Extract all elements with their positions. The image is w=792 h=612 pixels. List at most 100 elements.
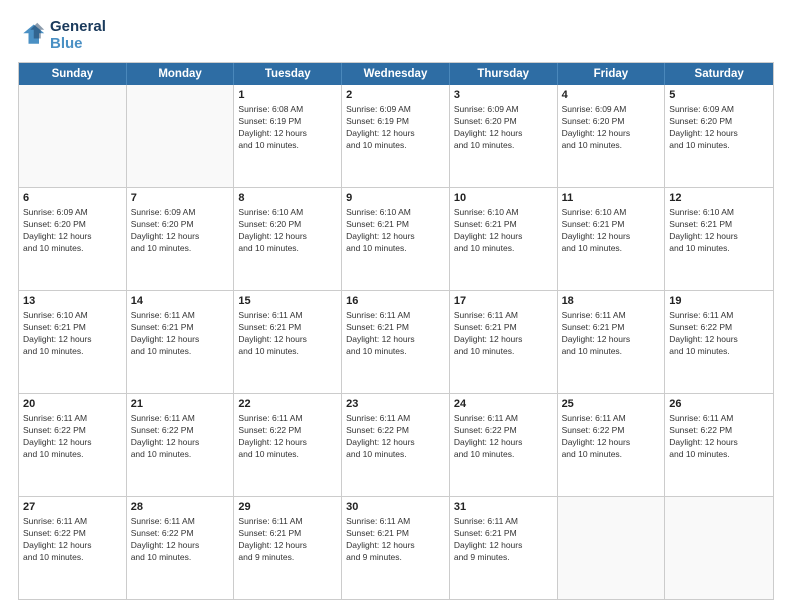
calendar-cell: 31Sunrise: 6:11 AM Sunset: 6:21 PM Dayli… — [450, 497, 558, 599]
calendar-cell: 29Sunrise: 6:11 AM Sunset: 6:21 PM Dayli… — [234, 497, 342, 599]
day-info: Sunrise: 6:08 AM Sunset: 6:19 PM Dayligh… — [238, 104, 337, 152]
calendar-cell: 1Sunrise: 6:08 AM Sunset: 6:19 PM Daylig… — [234, 85, 342, 187]
day-info: Sunrise: 6:11 AM Sunset: 6:21 PM Dayligh… — [346, 516, 445, 564]
day-number: 16 — [346, 294, 445, 309]
day-info: Sunrise: 6:09 AM Sunset: 6:20 PM Dayligh… — [131, 207, 230, 255]
calendar-cell: 19Sunrise: 6:11 AM Sunset: 6:22 PM Dayli… — [665, 291, 773, 393]
weekday-header: Sunday — [19, 63, 127, 85]
day-info: Sunrise: 6:11 AM Sunset: 6:21 PM Dayligh… — [238, 310, 337, 358]
calendar-body: 1Sunrise: 6:08 AM Sunset: 6:19 PM Daylig… — [19, 85, 773, 599]
day-info: Sunrise: 6:11 AM Sunset: 6:21 PM Dayligh… — [346, 310, 445, 358]
day-number: 28 — [131, 500, 230, 515]
calendar-row: 27Sunrise: 6:11 AM Sunset: 6:22 PM Dayli… — [19, 496, 773, 599]
weekday-header: Saturday — [665, 63, 773, 85]
calendar-row: 13Sunrise: 6:10 AM Sunset: 6:21 PM Dayli… — [19, 290, 773, 393]
weekday-header: Wednesday — [342, 63, 450, 85]
day-number: 2 — [346, 88, 445, 103]
day-number: 1 — [238, 88, 337, 103]
calendar: SundayMondayTuesdayWednesdayThursdayFrid… — [18, 62, 774, 600]
calendar-cell: 5Sunrise: 6:09 AM Sunset: 6:20 PM Daylig… — [665, 85, 773, 187]
page: General Blue SundayMondayTuesdayWednesda… — [0, 0, 792, 612]
calendar-header: SundayMondayTuesdayWednesdayThursdayFrid… — [19, 63, 773, 85]
calendar-cell: 18Sunrise: 6:11 AM Sunset: 6:21 PM Dayli… — [558, 291, 666, 393]
calendar-row: 6Sunrise: 6:09 AM Sunset: 6:20 PM Daylig… — [19, 187, 773, 290]
day-info: Sunrise: 6:09 AM Sunset: 6:20 PM Dayligh… — [454, 104, 553, 152]
day-info: Sunrise: 6:11 AM Sunset: 6:22 PM Dayligh… — [23, 516, 122, 564]
day-info: Sunrise: 6:11 AM Sunset: 6:22 PM Dayligh… — [131, 413, 230, 461]
calendar-cell: 8Sunrise: 6:10 AM Sunset: 6:20 PM Daylig… — [234, 188, 342, 290]
day-number: 26 — [669, 397, 769, 412]
day-info: Sunrise: 6:10 AM Sunset: 6:21 PM Dayligh… — [669, 207, 769, 255]
calendar-cell: 15Sunrise: 6:11 AM Sunset: 6:21 PM Dayli… — [234, 291, 342, 393]
day-number: 27 — [23, 500, 122, 515]
calendar-cell: 10Sunrise: 6:10 AM Sunset: 6:21 PM Dayli… — [450, 188, 558, 290]
day-info: Sunrise: 6:11 AM Sunset: 6:22 PM Dayligh… — [23, 413, 122, 461]
day-number: 29 — [238, 500, 337, 515]
calendar-cell: 26Sunrise: 6:11 AM Sunset: 6:22 PM Dayli… — [665, 394, 773, 496]
day-info: Sunrise: 6:10 AM Sunset: 6:21 PM Dayligh… — [23, 310, 122, 358]
day-number: 22 — [238, 397, 337, 412]
calendar-cell: 22Sunrise: 6:11 AM Sunset: 6:22 PM Dayli… — [234, 394, 342, 496]
day-info: Sunrise: 6:09 AM Sunset: 6:19 PM Dayligh… — [346, 104, 445, 152]
day-number: 17 — [454, 294, 553, 309]
day-info: Sunrise: 6:11 AM Sunset: 6:22 PM Dayligh… — [562, 413, 661, 461]
day-info: Sunrise: 6:11 AM Sunset: 6:21 PM Dayligh… — [131, 310, 230, 358]
calendar-cell: 16Sunrise: 6:11 AM Sunset: 6:21 PM Dayli… — [342, 291, 450, 393]
day-info: Sunrise: 6:11 AM Sunset: 6:22 PM Dayligh… — [131, 516, 230, 564]
day-number: 20 — [23, 397, 122, 412]
day-number: 21 — [131, 397, 230, 412]
calendar-cell: 7Sunrise: 6:09 AM Sunset: 6:20 PM Daylig… — [127, 188, 235, 290]
day-number: 19 — [669, 294, 769, 309]
day-number: 24 — [454, 397, 553, 412]
day-info: Sunrise: 6:11 AM Sunset: 6:21 PM Dayligh… — [562, 310, 661, 358]
header: General Blue — [18, 18, 774, 52]
calendar-cell: 30Sunrise: 6:11 AM Sunset: 6:21 PM Dayli… — [342, 497, 450, 599]
calendar-cell: 17Sunrise: 6:11 AM Sunset: 6:21 PM Dayli… — [450, 291, 558, 393]
day-number: 18 — [562, 294, 661, 309]
weekday-header: Monday — [127, 63, 235, 85]
day-number: 9 — [346, 191, 445, 206]
day-number: 13 — [23, 294, 122, 309]
day-number: 14 — [131, 294, 230, 309]
calendar-cell — [665, 497, 773, 599]
day-number: 15 — [238, 294, 337, 309]
day-number: 10 — [454, 191, 553, 206]
day-number: 31 — [454, 500, 553, 515]
day-number: 7 — [131, 191, 230, 206]
calendar-cell: 6Sunrise: 6:09 AM Sunset: 6:20 PM Daylig… — [19, 188, 127, 290]
day-info: Sunrise: 6:11 AM Sunset: 6:22 PM Dayligh… — [346, 413, 445, 461]
calendar-cell: 21Sunrise: 6:11 AM Sunset: 6:22 PM Dayli… — [127, 394, 235, 496]
day-info: Sunrise: 6:10 AM Sunset: 6:21 PM Dayligh… — [562, 207, 661, 255]
day-info: Sunrise: 6:11 AM Sunset: 6:21 PM Dayligh… — [454, 310, 553, 358]
logo-icon — [18, 21, 46, 49]
calendar-cell: 9Sunrise: 6:10 AM Sunset: 6:21 PM Daylig… — [342, 188, 450, 290]
day-info: Sunrise: 6:11 AM Sunset: 6:21 PM Dayligh… — [238, 516, 337, 564]
logo: General Blue — [18, 18, 106, 52]
day-number: 4 — [562, 88, 661, 103]
calendar-cell: 20Sunrise: 6:11 AM Sunset: 6:22 PM Dayli… — [19, 394, 127, 496]
day-number: 30 — [346, 500, 445, 515]
weekday-header: Friday — [558, 63, 666, 85]
day-info: Sunrise: 6:10 AM Sunset: 6:20 PM Dayligh… — [238, 207, 337, 255]
weekday-header: Tuesday — [234, 63, 342, 85]
logo-text: General Blue — [50, 18, 106, 52]
weekday-header: Thursday — [450, 63, 558, 85]
calendar-cell: 28Sunrise: 6:11 AM Sunset: 6:22 PM Dayli… — [127, 497, 235, 599]
day-info: Sunrise: 6:09 AM Sunset: 6:20 PM Dayligh… — [669, 104, 769, 152]
calendar-cell: 13Sunrise: 6:10 AM Sunset: 6:21 PM Dayli… — [19, 291, 127, 393]
calendar-cell: 14Sunrise: 6:11 AM Sunset: 6:21 PM Dayli… — [127, 291, 235, 393]
calendar-cell — [558, 497, 666, 599]
day-info: Sunrise: 6:09 AM Sunset: 6:20 PM Dayligh… — [23, 207, 122, 255]
day-info: Sunrise: 6:10 AM Sunset: 6:21 PM Dayligh… — [346, 207, 445, 255]
day-number: 3 — [454, 88, 553, 103]
calendar-cell: 11Sunrise: 6:10 AM Sunset: 6:21 PM Dayli… — [558, 188, 666, 290]
day-info: Sunrise: 6:10 AM Sunset: 6:21 PM Dayligh… — [454, 207, 553, 255]
calendar-cell: 24Sunrise: 6:11 AM Sunset: 6:22 PM Dayli… — [450, 394, 558, 496]
calendar-cell: 25Sunrise: 6:11 AM Sunset: 6:22 PM Dayli… — [558, 394, 666, 496]
day-info: Sunrise: 6:11 AM Sunset: 6:22 PM Dayligh… — [454, 413, 553, 461]
day-number: 5 — [669, 88, 769, 103]
calendar-row: 1Sunrise: 6:08 AM Sunset: 6:19 PM Daylig… — [19, 85, 773, 187]
day-info: Sunrise: 6:11 AM Sunset: 6:22 PM Dayligh… — [669, 310, 769, 358]
calendar-row: 20Sunrise: 6:11 AM Sunset: 6:22 PM Dayli… — [19, 393, 773, 496]
calendar-cell: 23Sunrise: 6:11 AM Sunset: 6:22 PM Dayli… — [342, 394, 450, 496]
